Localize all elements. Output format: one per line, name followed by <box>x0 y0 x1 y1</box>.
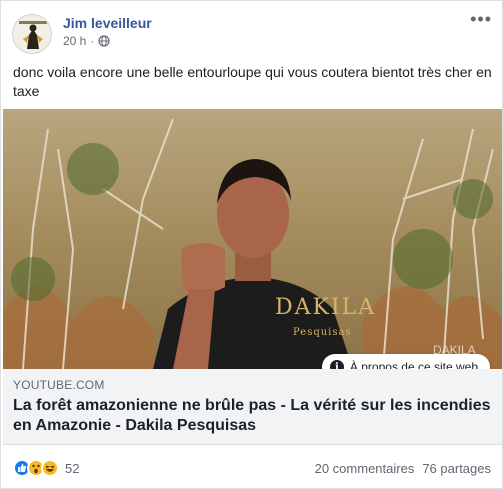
about-site-label: À propos de ce site web <box>349 360 478 369</box>
shirt-sub-text: Pesquisas <box>293 327 352 338</box>
video-thumbnail[interactable]: DAKILA Pesquisas DAKILA i À propos de ce… <box>3 109 502 369</box>
link-domain: YOUTUBE.COM <box>13 378 105 392</box>
globe-icon[interactable] <box>98 35 110 47</box>
meta-separator: · <box>90 34 95 48</box>
more-options-icon[interactable]: ••• <box>470 9 492 30</box>
post-card: Jim leveilleur 20 h · ••• donc voila enc… <box>0 0 503 489</box>
author-avatar[interactable] <box>12 14 52 54</box>
comments-count[interactable]: 20 commentaires <box>315 461 415 476</box>
shares-count[interactable]: 76 partages <box>422 461 491 476</box>
link-preview[interactable]: YOUTUBE.COM La forêt amazonienne ne brûl… <box>3 369 502 445</box>
post-footer: 52 20 commentaires 76 partages <box>13 457 491 479</box>
post-text: donc voila encore une belle entourloupe … <box>13 64 492 99</box>
post-stats: 20 commentaires 76 partages <box>315 461 491 476</box>
avatar-image <box>13 15 51 53</box>
author-name[interactable]: Jim leveilleur <box>63 15 152 31</box>
about-site-button[interactable]: i À propos de ce site web <box>321 354 490 369</box>
thumbnail-image: DAKILA Pesquisas DAKILA <box>3 109 502 369</box>
reactions-summary[interactable]: 52 <box>13 459 79 477</box>
info-icon: i <box>329 360 344 369</box>
post-meta: 20 h · <box>63 34 110 48</box>
reaction-count: 52 <box>65 460 80 476</box>
haha-icon <box>41 459 59 477</box>
shirt-brand-text: DAKILA <box>275 295 376 320</box>
link-title[interactable]: La forêt amazonienne ne brûle pas - La v… <box>13 396 493 436</box>
post-time[interactable]: 20 h <box>63 34 86 48</box>
